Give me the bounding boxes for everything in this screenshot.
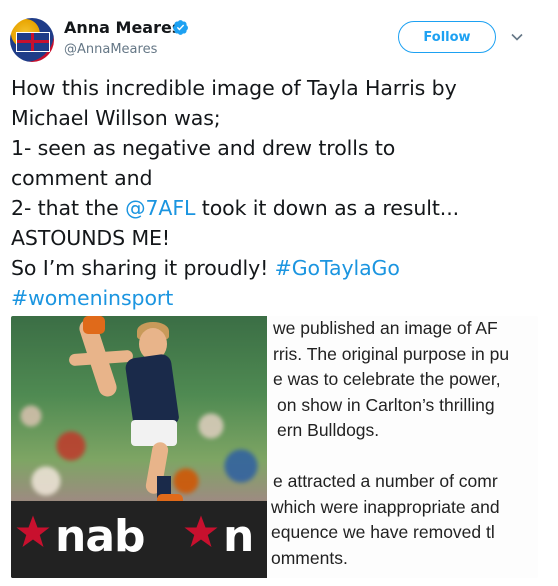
nab-star-icon [184,515,218,547]
flag-icon [16,32,50,52]
hashtag-link[interactable]: #GoTaylaGo [275,256,400,280]
statement-line: on show in Carlton’s thrilling [277,394,495,415]
tweet-line: comment and [11,163,551,193]
board-logo-text-partial: n [223,511,255,562]
author-handle[interactable]: @AnnaMeares [64,42,157,57]
author-name[interactable]: Anna Meares [64,18,181,37]
tweet-text-segment: 2- that the [11,196,126,220]
player-guernsey [124,353,180,429]
tweet-text: How this incredible image of Tayla Harri… [11,73,551,313]
tweet-line: Michael Willson was; [11,103,551,133]
statement-line: e was to celebrate the power, [273,369,501,389]
tweet-text-segment: comment and [11,166,153,190]
tweet-text-segment: 1- seen as negative and drew trolls to [11,136,396,160]
tweet-media[interactable]: nab n we published an image of AF rris. T… [11,316,538,578]
nab-star-icon [16,515,50,547]
player-boot [83,316,105,334]
statement-line: omments. [271,547,348,568]
tweet-text-segment: How this incredible image of Tayla Harri… [11,76,457,100]
statement-line: equence we have removed tl [271,522,495,542]
avatar[interactable] [10,18,54,62]
statement-line: which were inappropriate and [271,496,500,517]
chevron-down-icon[interactable] [510,30,524,44]
statement-line: e attracted a number of comr [273,471,498,491]
tweet-line: How this incredible image of Tayla Harri… [11,73,551,103]
tweet-line: So I’m sharing it proudly! #GoTaylaGo [11,253,551,283]
hashtag-link[interactable]: #womeninsport [11,286,173,310]
tweet-text-segment: took it down as a result... [195,196,460,220]
statement-line: we published an image of AF [273,318,498,338]
player-arm [68,349,134,367]
statement-line: ern Bulldogs. [277,420,380,440]
board-logo-text: nab [55,511,146,562]
tweet-line: ASTOUNDS ME! [11,223,551,253]
verified-badge-icon [173,20,188,35]
follow-button[interactable]: Follow [398,21,496,53]
tweet-header: Anna Meares @AnnaMeares Follow [0,0,558,70]
tweet-text-segment: Michael Willson was; [11,106,221,130]
tweet-text-segment: So I’m sharing it proudly! [11,256,275,280]
mention-link[interactable]: @7AFL [125,196,195,220]
tweet-line: 2- that the @7AFL took it down as a resu… [11,193,551,223]
afl-statement-screenshot: we published an image of AF rris. The ori… [267,316,538,578]
statement-line: rris. The original purpose in pu [273,343,510,364]
tweet-text-segment: ASTOUNDS ME! [11,226,171,250]
photo-tayla-harris: nab n [11,316,267,578]
tweet-line: #womeninsport [11,283,551,313]
tweet-line: 1- seen as negative and drew trolls to [11,133,551,163]
player-shorts [131,420,177,446]
